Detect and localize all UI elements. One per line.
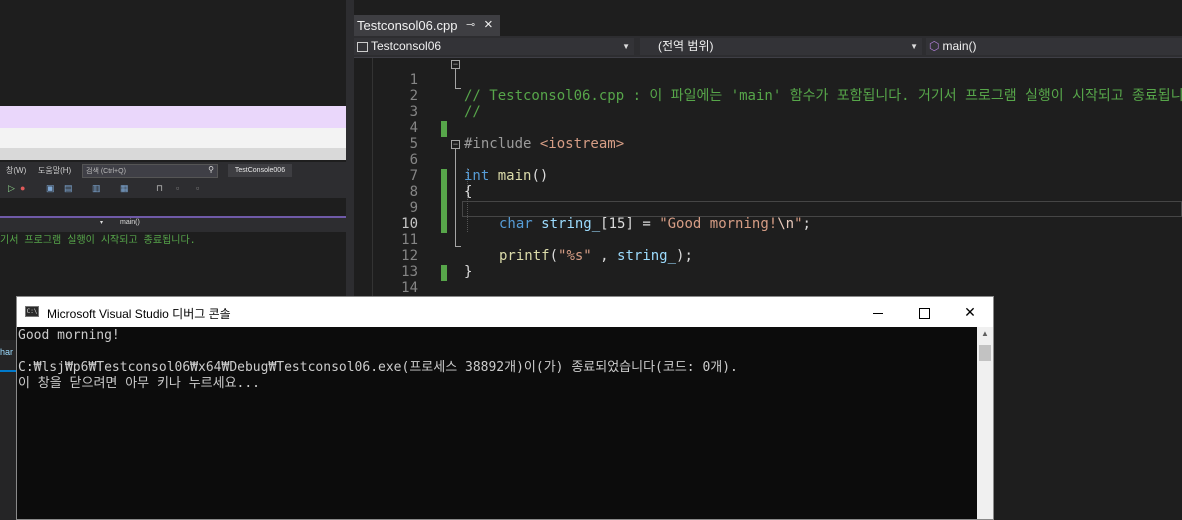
- code-line[interactable]: 6 int main(): [354, 136, 1182, 184]
- menu-item-help[interactable]: 도움말(H): [38, 165, 71, 176]
- scope-dropdown[interactable]: (전역 범위) ▼: [640, 38, 922, 55]
- member-dropdown-value: main(): [942, 39, 977, 53]
- code-line[interactable]: 8: [354, 168, 1182, 200]
- code-line[interactable]: 13: [354, 248, 1182, 280]
- code-line[interactable]: 4 #include <iostream>: [354, 104, 1182, 152]
- background-light-band: [0, 128, 346, 148]
- menu-item-window[interactable]: 창(W): [6, 165, 26, 176]
- search-icon: ⚲: [208, 165, 214, 174]
- background-vs-window: 창(W) 도움말(H) 검색 (Ctrl+Q) ⚲ TestConsole006…: [0, 0, 346, 300]
- background-gray-band: [0, 148, 346, 160]
- project-dropdown[interactable]: Testconsol06 ▼: [354, 38, 634, 55]
- window-divider: [346, 0, 354, 300]
- minimize-button[interactable]: [855, 297, 901, 327]
- tab-title: Testconsol06.cpp: [357, 18, 458, 33]
- method-cube-icon: ⬡: [929, 39, 940, 53]
- navigation-bar: Testconsol06 ▼ (전역 범위) ▼ ⬡ main(): [354, 36, 1182, 58]
- toolbar-icon-2[interactable]: ▤: [64, 183, 73, 194]
- line-number: 14: [401, 280, 418, 296]
- debug-console-window[interactable]: C:\ Microsoft Visual Studio 디버그 콘솔 ✕ Goo…: [16, 296, 994, 520]
- close-icon: ✕: [964, 304, 976, 320]
- background-side-panel: [0, 340, 16, 520]
- scroll-up-arrow-icon[interactable]: ▲: [977, 329, 993, 341]
- code-line[interactable]: 2 //: [354, 72, 1182, 120]
- console-output[interactable]: Good morning! C:₩lsj₩p6₩Testconsol06₩x64…: [17, 327, 977, 519]
- code-line[interactable]: 1 // Testconsol06.cpp : 이 파일에는 'main' 함수…: [354, 56, 1182, 104]
- toolbar-icon-6[interactable]: ▫: [196, 183, 199, 193]
- bookmark-icon[interactable]: ⊓: [156, 183, 163, 194]
- tab-strip: Testconsol06.cpp ⊸ ×: [354, 0, 1182, 36]
- code-line[interactable]: 11 printf("%s" , string_);: [354, 216, 1182, 264]
- background-member-dropdown[interactable]: main(): [120, 219, 140, 226]
- tab-testconsol06-cpp[interactable]: Testconsol06.cpp ⊸ ×: [354, 15, 500, 36]
- code-line[interactable]: 12 }: [354, 232, 1182, 280]
- close-button[interactable]: ✕: [947, 297, 993, 327]
- console-title: Microsoft Visual Studio 디버그 콘솔: [47, 307, 231, 321]
- maximize-icon: [918, 307, 930, 319]
- console-line: 이 창을 닫으려면 아무 키나 누르세요...: [18, 376, 261, 391]
- chevron-down-icon: ▼: [910, 42, 918, 51]
- chevron-down-icon: ▼: [622, 42, 630, 51]
- pin-icon[interactable]: ⊸: [466, 18, 475, 31]
- side-panel-accent: [0, 370, 16, 372]
- background-navbar: [0, 216, 346, 232]
- console-title-bar[interactable]: C:\ Microsoft Visual Studio 디버그 콘솔 ✕: [17, 297, 993, 327]
- console-line: C:₩lsj₩p6₩Testconsol06₩x64₩Debug₩Testcon…: [18, 360, 738, 375]
- background-side-label: har: [0, 347, 14, 357]
- close-icon[interactable]: ×: [484, 16, 493, 33]
- scrollbar-thumb[interactable]: [979, 345, 991, 361]
- toolbar-icon-3[interactable]: ▥: [92, 183, 101, 194]
- search-placeholder: 검색 (Ctrl+Q): [86, 168, 126, 175]
- background-title-badge: TestConsole006: [228, 164, 292, 177]
- code-editor: Testconsol06.cpp ⊸ × Testconsol06 ▼ (전역 …: [354, 0, 1182, 300]
- scope-dropdown-value: (전역 범위): [658, 39, 714, 53]
- console-line: Good morning!: [18, 328, 120, 343]
- project-icon: [357, 41, 368, 52]
- background-highlight-band: [0, 106, 346, 128]
- background-code-fragment: 기서 프로그램 실행이 시작되고 종료됩니다.: [0, 235, 196, 246]
- toolbar-icon-4[interactable]: ▦: [120, 183, 129, 194]
- play-icon[interactable]: ▷: [8, 183, 15, 194]
- code-line[interactable]: 5: [354, 120, 1182, 152]
- toolbar-icon-1[interactable]: ▣: [46, 183, 55, 194]
- attach-icon[interactable]: ●: [20, 183, 25, 193]
- code-line[interactable]: 3: [354, 88, 1182, 120]
- toolbar-icon-5[interactable]: ▫: [176, 183, 179, 193]
- code-line[interactable]: 10: [354, 200, 1182, 232]
- code-line[interactable]: 14: [354, 264, 1182, 296]
- console-scrollbar[interactable]: ▲: [977, 327, 993, 519]
- maximize-button[interactable]: [901, 297, 947, 327]
- code-line[interactable]: 9 char string_[15] = "Good morning!\n";: [354, 184, 1182, 232]
- background-search-input[interactable]: 검색 (Ctrl+Q) ⚲: [82, 164, 218, 178]
- console-app-icon: C:\: [25, 306, 39, 317]
- chevron-down-icon[interactable]: ▾: [100, 219, 103, 226]
- member-dropdown[interactable]: ⬡ main(): [926, 38, 1182, 55]
- code-line[interactable]: 7 {: [354, 152, 1182, 200]
- project-dropdown-value: Testconsol06: [371, 39, 442, 53]
- minimize-icon: [873, 312, 883, 314]
